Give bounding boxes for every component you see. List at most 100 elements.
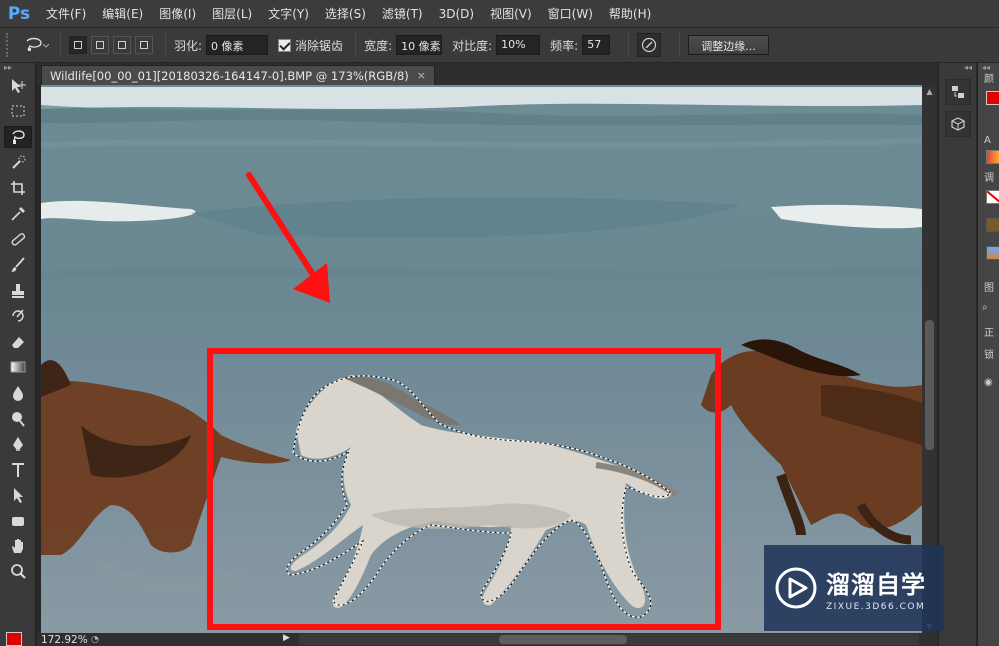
frequency-input[interactable]: 57 bbox=[582, 35, 611, 55]
close-document-icon[interactable]: × bbox=[417, 69, 426, 82]
document-title: Wildlife[00_00_01][20180326-164147-0].BM… bbox=[50, 68, 409, 83]
new-selection-button[interactable] bbox=[69, 36, 87, 54]
magnetic-lasso-icon bbox=[12, 130, 25, 144]
tool-preset-picker[interactable] bbox=[18, 34, 52, 56]
layers-panel-tab[interactable]: 图 bbox=[978, 282, 999, 296]
gradient-swatch[interactable] bbox=[986, 150, 999, 164]
history-icon bbox=[951, 86, 964, 98]
menu-file[interactable]: 文件(F) bbox=[38, 5, 94, 22]
eyedropper-icon bbox=[11, 206, 25, 221]
color-swatches[interactable] bbox=[4, 628, 32, 646]
pattern-swatch[interactable] bbox=[986, 218, 999, 232]
image-swatch[interactable] bbox=[986, 246, 999, 260]
panel-collapse-icon[interactable]: ◂◂ bbox=[978, 63, 999, 73]
tool-history-brush[interactable] bbox=[0, 303, 36, 329]
options-bar: 羽化: 0 像素 消除锯齿 宽度: 10 像素 对比度: 10% 频率: 57 … bbox=[0, 28, 999, 63]
shape-icon bbox=[12, 516, 24, 526]
tool-magnetic-lasso[interactable] bbox=[0, 124, 36, 150]
separator bbox=[60, 33, 61, 57]
tool-brush[interactable] bbox=[0, 252, 36, 278]
foreground-color-swatch[interactable] bbox=[6, 632, 22, 646]
collapse-tools-icon[interactable]: ▸▸ bbox=[0, 63, 35, 73]
tablet-pressure-button[interactable] bbox=[637, 33, 662, 57]
document-tab[interactable]: Wildlife[00_00_01][20180326-164147-0].BM… bbox=[41, 65, 435, 85]
menu-edit[interactable]: 编辑(E) bbox=[94, 5, 151, 22]
intersect-selection-button[interactable] bbox=[135, 36, 153, 54]
collapse-panels-icon[interactable]: ◂◂ bbox=[939, 63, 976, 73]
tool-move[interactable] bbox=[0, 73, 36, 99]
frequency-label: 频率: bbox=[550, 38, 579, 53]
tool-gradient[interactable] bbox=[0, 355, 36, 381]
panel-strip: ◂◂ 颜 A 调 图 ⌕ 正 锁 ◉ bbox=[977, 63, 999, 646]
marquee-icon bbox=[11, 105, 25, 117]
scroll-up-icon[interactable]: ▲ bbox=[922, 87, 937, 96]
menu-view[interactable]: 视图(V) bbox=[482, 5, 540, 22]
doc-info-icon[interactable]: ◔ bbox=[91, 635, 99, 645]
menu-3d[interactable]: 3D(D) bbox=[431, 7, 482, 21]
stamp-icon bbox=[12, 283, 24, 298]
tool-hand[interactable] bbox=[0, 534, 36, 560]
menu-select[interactable]: 选择(S) bbox=[317, 5, 374, 22]
cube-icon bbox=[950, 117, 965, 131]
refine-edge-button[interactable]: 调整边缘... bbox=[688, 35, 769, 55]
play-logo-icon bbox=[775, 567, 817, 609]
quick-select-icon bbox=[12, 155, 26, 169]
none-swatch[interactable] bbox=[986, 190, 999, 204]
contrast-input[interactable]: 10% bbox=[496, 35, 541, 55]
antialias-checkbox[interactable] bbox=[278, 38, 292, 52]
lock-label: 锁 bbox=[984, 350, 994, 361]
horizontal-scrollbar[interactable] bbox=[299, 634, 919, 645]
healing-icon bbox=[11, 233, 26, 247]
blend-mode-select[interactable]: 正 bbox=[978, 327, 999, 341]
tool-zoom[interactable] bbox=[0, 559, 36, 585]
properties-panel-button[interactable] bbox=[944, 111, 971, 137]
document-tab-bar: Wildlife[00_00_01][20180326-164147-0].BM… bbox=[37, 63, 938, 85]
move-icon bbox=[12, 78, 26, 93]
menu-image[interactable]: 图像(I) bbox=[151, 5, 204, 22]
antialias-label: 消除锯齿 bbox=[295, 38, 344, 53]
tool-path-select[interactable] bbox=[0, 483, 36, 509]
feather-input[interactable]: 0 像素 bbox=[206, 35, 269, 55]
horizontal-scroll-thumb[interactable] bbox=[499, 635, 627, 644]
subtract-from-selection-button[interactable] bbox=[113, 36, 131, 54]
tool-stamp[interactable] bbox=[0, 278, 36, 304]
menu-help[interactable]: 帮助(H) bbox=[601, 5, 659, 22]
tool-pen[interactable] bbox=[0, 431, 36, 457]
text-style-icon: A bbox=[984, 135, 991, 146]
width-label: 宽度: bbox=[364, 38, 393, 53]
adjustments-panel-tab[interactable]: 调 bbox=[978, 172, 999, 186]
menu-window[interactable]: 窗口(W) bbox=[540, 5, 601, 22]
watermark-title: 溜溜自学 bbox=[826, 570, 926, 599]
tool-eyedropper[interactable] bbox=[0, 201, 36, 227]
zoom-level[interactable]: 172.92% bbox=[37, 634, 89, 646]
color-panel-tab[interactable]: 颜 bbox=[978, 73, 999, 87]
add-to-selection-button[interactable] bbox=[91, 36, 109, 54]
width-input[interactable]: 10 像素 bbox=[396, 35, 443, 55]
menu-filter[interactable]: 滤镜(T) bbox=[374, 5, 431, 22]
options-grip[interactable] bbox=[6, 33, 10, 57]
menu-type[interactable]: 文字(Y) bbox=[260, 5, 317, 22]
menu-layer[interactable]: 图层(L) bbox=[204, 5, 260, 22]
tool-dodge[interactable] bbox=[0, 406, 36, 432]
layer-visibility-icon[interactable]: ◉ bbox=[984, 377, 999, 388]
gradient-icon bbox=[10, 361, 26, 373]
tool-quick-select[interactable] bbox=[0, 150, 36, 176]
tool-type[interactable] bbox=[0, 457, 36, 483]
history-panel-button[interactable] bbox=[944, 79, 971, 105]
tool-blur[interactable] bbox=[0, 380, 36, 406]
vertical-scroll-thumb[interactable] bbox=[925, 320, 934, 450]
watermark-logo: 溜溜自学 ZIXUE.3D66.COM bbox=[764, 545, 944, 631]
status-bar: 172.92% ◔ ▶ bbox=[37, 633, 938, 646]
color-panel-swatch[interactable] bbox=[986, 91, 999, 105]
tool-eraser[interactable] bbox=[0, 329, 36, 355]
blur-icon bbox=[13, 385, 23, 401]
tool-marquee[interactable] bbox=[0, 99, 36, 125]
watermark-url: ZIXUE.3D66.COM bbox=[826, 601, 926, 612]
feather-label: 羽化: bbox=[174, 38, 203, 53]
layer-search-icon[interactable]: ⌕ bbox=[982, 302, 999, 313]
tool-shape[interactable] bbox=[0, 508, 36, 534]
tool-healing[interactable] bbox=[0, 227, 36, 253]
crop-icon bbox=[11, 181, 25, 196]
status-menu-arrow-icon[interactable]: ▶ bbox=[283, 633, 290, 643]
tool-crop[interactable] bbox=[0, 175, 36, 201]
